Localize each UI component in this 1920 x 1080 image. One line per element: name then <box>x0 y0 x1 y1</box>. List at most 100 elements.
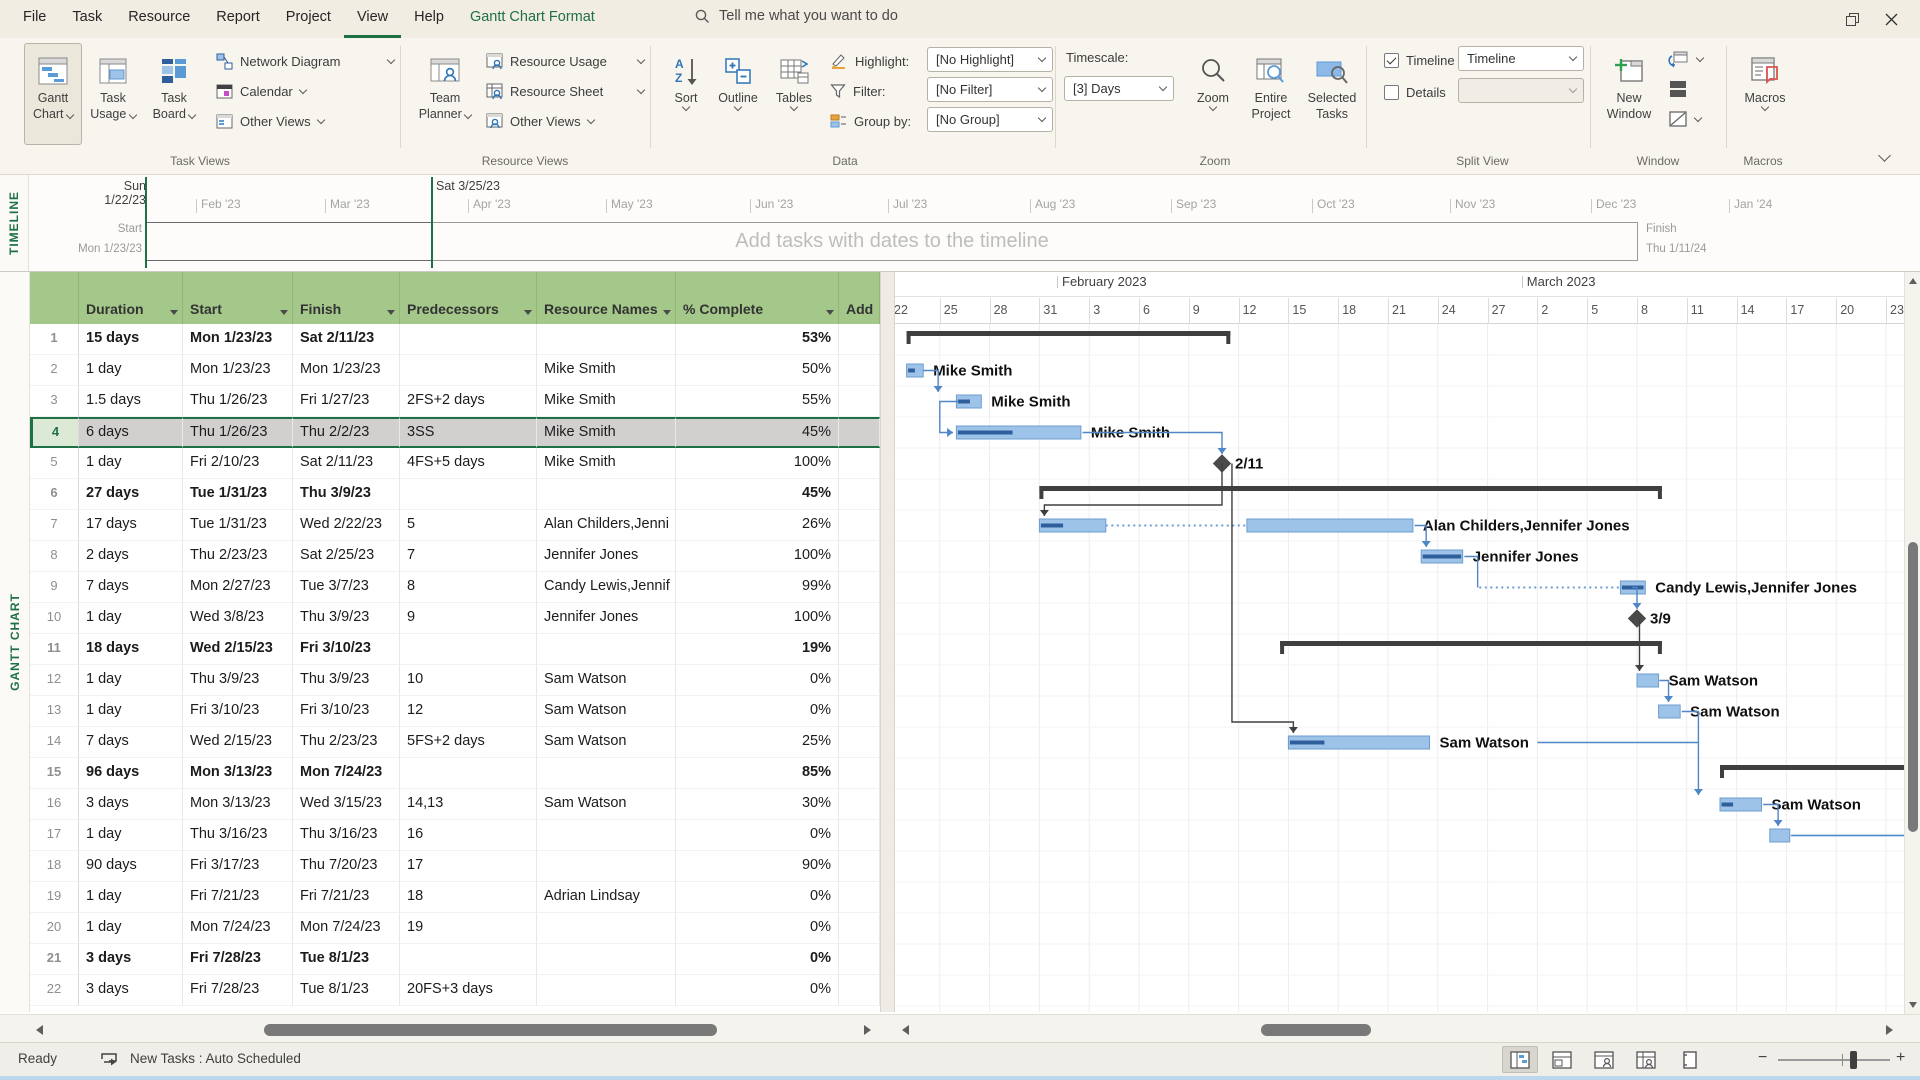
cell-finish[interactable]: Fri 3/10/23 <box>293 634 400 665</box>
new-tasks-icon[interactable] <box>100 1052 122 1068</box>
column-header--complete[interactable]: % Complete <box>676 272 839 324</box>
cell-resources[interactable]: Sam Watson <box>537 696 676 727</box>
task-usage-button[interactable]: Task Usage <box>86 43 140 145</box>
cell-resources[interactable] <box>537 758 676 789</box>
cell-duration[interactable]: 7 days <box>79 727 183 758</box>
filter-arrow-icon[interactable] <box>826 310 834 315</box>
column-header-duration[interactable]: Duration <box>79 272 183 324</box>
menu-tab-task[interactable]: Task <box>59 0 115 38</box>
cell-duration[interactable]: 27 days <box>79 479 183 510</box>
sort-button[interactable]: AZ Sort <box>662 43 710 145</box>
cell-start[interactable]: Tue 1/31/23 <box>183 479 293 510</box>
filter-dropdown[interactable]: [No Filter] <box>927 77 1053 102</box>
menu-tab-report[interactable]: Report <box>203 0 273 38</box>
cell-add[interactable] <box>839 789 880 820</box>
cell-percent-complete[interactable]: 99% <box>676 572 839 603</box>
cell-resources[interactable] <box>537 913 676 944</box>
column-header-start[interactable]: Start <box>183 272 293 324</box>
vertical-scroll-thumb[interactable] <box>1908 542 1918 832</box>
table-row[interactable]: 1118 daysWed 2/15/23Fri 3/10/2319% <box>30 634 880 665</box>
cell-duration[interactable]: 6 days <box>79 417 183 448</box>
cell-percent-complete[interactable]: 26% <box>676 510 839 541</box>
cell-finish[interactable]: Fri 7/21/23 <box>293 882 400 913</box>
details-checkbox-row[interactable]: Details <box>1384 79 1446 105</box>
tables-button[interactable]: Tables <box>768 43 820 145</box>
cell-add[interactable] <box>839 448 880 479</box>
cell-percent-complete[interactable]: 0% <box>676 975 839 1006</box>
cell-percent-complete[interactable]: 0% <box>676 882 839 913</box>
cell-start[interactable]: Tue 1/31/23 <box>183 510 293 541</box>
cell-resources[interactable]: Adrian Lindsay <box>537 882 676 913</box>
zoom-track[interactable] <box>1778 1059 1890 1061</box>
cell-resources[interactable] <box>537 975 676 1006</box>
cell-duration[interactable]: 1 day <box>79 665 183 696</box>
cell-add[interactable] <box>839 324 880 355</box>
cell-percent-complete[interactable]: 25% <box>676 727 839 758</box>
cell-start[interactable]: Wed 2/15/23 <box>183 634 293 665</box>
cell-add[interactable] <box>839 386 880 417</box>
cell-add[interactable] <box>839 665 880 696</box>
table-scroll-left-icon[interactable] <box>36 1025 43 1035</box>
cell-resources[interactable] <box>537 324 676 355</box>
cell-predecessors[interactable] <box>400 355 537 386</box>
row-number[interactable]: 19 <box>30 882 79 913</box>
column-header-finish[interactable]: Finish <box>293 272 400 324</box>
table-row[interactable]: 717 daysTue 1/31/23Wed 2/22/235Alan Chil… <box>30 510 880 541</box>
team-planner-button[interactable]: Team Planner <box>416 43 474 145</box>
table-row[interactable]: 121 dayThu 3/9/23Thu 3/9/2310Sam Watson0… <box>30 665 880 696</box>
cell-duration[interactable]: 1 day <box>79 913 183 944</box>
view-report-button[interactable] <box>1672 1046 1708 1073</box>
cell-percent-complete[interactable]: 0% <box>676 696 839 727</box>
cell-duration[interactable]: 1 day <box>79 448 183 479</box>
gantt-chart-body[interactable]: Mike SmithMike SmithMike Smith2/11Alan C… <box>895 324 1904 1012</box>
cell-predecessors[interactable]: 9 <box>400 603 537 634</box>
cell-finish[interactable]: Thu 3/9/23 <box>293 665 400 696</box>
cell-duration[interactable]: 1 day <box>79 603 183 634</box>
cell-predecessors[interactable]: 19 <box>400 913 537 944</box>
cell-finish[interactable]: Mon 7/24/23 <box>293 758 400 789</box>
cell-duration[interactable]: 3 days <box>79 975 183 1006</box>
cell-finish[interactable]: Thu 3/9/23 <box>293 603 400 634</box>
cell-percent-complete[interactable]: 85% <box>676 758 839 789</box>
filter-arrow-icon[interactable] <box>280 310 288 315</box>
cell-start[interactable]: Fri 7/28/23 <box>183 975 293 1006</box>
table-row[interactable]: 82 daysThu 2/23/23Sat 2/25/237Jennifer J… <box>30 541 880 572</box>
row-number[interactable]: 11 <box>30 634 79 665</box>
table-row[interactable]: 115 daysMon 1/23/23Sat 2/11/2353% <box>30 324 880 355</box>
cell-start[interactable]: Fri 3/10/23 <box>183 696 293 727</box>
highlight-dropdown[interactable]: [No Highlight] <box>927 47 1053 72</box>
cell-predecessors[interactable]: 14,13 <box>400 789 537 820</box>
table-row[interactable]: 1596 daysMon 3/13/23Mon 7/24/2385% <box>30 758 880 789</box>
cell-add[interactable] <box>839 913 880 944</box>
cell-predecessors[interactable]: 18 <box>400 882 537 913</box>
cell-finish[interactable]: Thu 3/9/23 <box>293 479 400 510</box>
row-number[interactable]: 14 <box>30 727 79 758</box>
timeline-pane-tab[interactable]: TIMELINE <box>0 175 29 271</box>
zoom-thumb[interactable] <box>1850 1051 1857 1069</box>
cell-finish[interactable]: Tue 8/1/23 <box>293 944 400 975</box>
cell-predecessors[interactable] <box>400 479 537 510</box>
table-row[interactable]: 163 daysMon 3/13/23Wed 3/15/2314,13Sam W… <box>30 789 880 820</box>
cell-start[interactable]: Mon 3/13/23 <box>183 789 293 820</box>
cell-predecessors[interactable] <box>400 944 537 975</box>
cell-start[interactable]: Fri 7/21/23 <box>183 882 293 913</box>
cell-resources[interactable] <box>537 634 676 665</box>
scroll-up-icon[interactable] <box>1909 278 1917 284</box>
macros-button[interactable]: Macros <box>1738 43 1792 145</box>
cell-percent-complete[interactable]: 50% <box>676 355 839 386</box>
cell-add[interactable] <box>839 882 880 913</box>
table-row[interactable]: 97 daysMon 2/27/23Tue 3/7/238Candy Lewis… <box>30 572 880 603</box>
table-row[interactable]: 191 dayFri 7/21/23Fri 7/21/2318Adrian Li… <box>30 882 880 913</box>
cell-add[interactable] <box>839 541 880 572</box>
cell-percent-complete[interactable]: 100% <box>676 603 839 634</box>
cell-percent-complete[interactable]: 19% <box>676 634 839 665</box>
cell-duration[interactable]: 3 days <box>79 944 183 975</box>
cell-finish[interactable]: Mon 7/24/23 <box>293 913 400 944</box>
cell-finish[interactable]: Fri 3/10/23 <box>293 696 400 727</box>
gantt-chart-button[interactable]: Gantt Chart <box>24 43 82 145</box>
row-number[interactable]: 15 <box>30 758 79 789</box>
table-row[interactable]: 46 daysThu 1/26/23Thu 2/2/233SSMike Smit… <box>30 417 880 448</box>
table-row[interactable]: 213 daysFri 7/28/23Tue 8/1/230% <box>30 944 880 975</box>
timeline-visible-span[interactable] <box>146 222 432 261</box>
cell-duration[interactable]: 3 days <box>79 789 183 820</box>
